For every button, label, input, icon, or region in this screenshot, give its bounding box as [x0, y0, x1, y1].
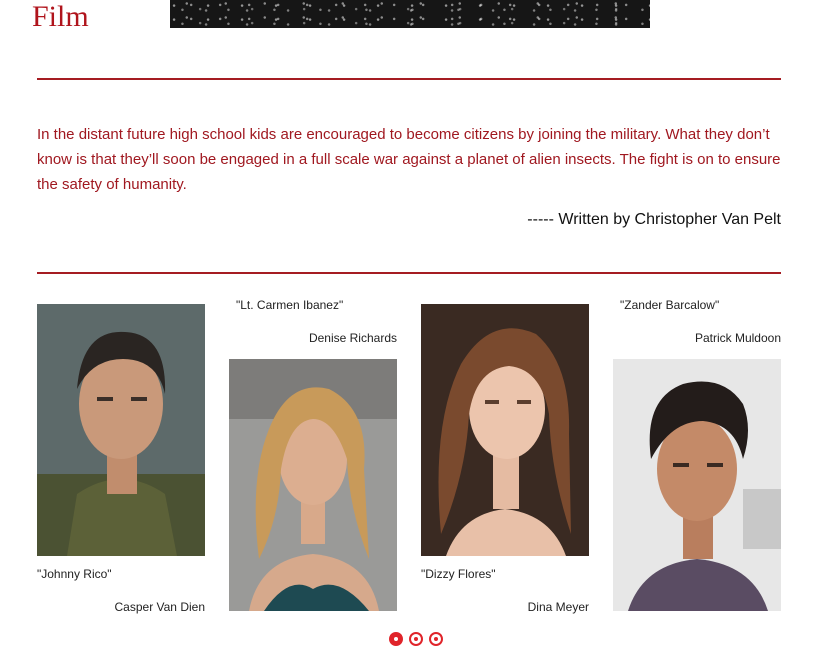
cast-photo: [229, 359, 397, 611]
cast-photo: [37, 304, 205, 556]
cast-card-zander-barcalow[interactable]: "Zander Barcalow" Patrick Muldoon: [613, 297, 781, 611]
cast-actor: Denise Richards: [308, 331, 397, 345]
page: Film In the distant future high school k…: [0, 0, 821, 661]
carousel-pagination: [389, 632, 449, 646]
cast-card-carmen-ibanez[interactable]: "Lt. Carmen Ibanez" Denise Richards: [229, 297, 397, 611]
cast-actor: Dina Meyer: [527, 600, 589, 614]
cast-role: "Dizzy Flores": [421, 567, 496, 581]
divider-top: [37, 78, 781, 80]
cast-actor: Patrick Muldoon: [694, 331, 781, 345]
cast-card-johnny-rico[interactable]: "Johnny Rico" Casper Van Dien: [37, 304, 205, 624]
cast-card-dizzy-flores[interactable]: "Dizzy Flores" Dina Meyer: [421, 304, 589, 624]
cast-role: "Zander Barcalow": [620, 298, 720, 312]
cast-role: "Lt. Carmen Ibanez": [236, 298, 344, 312]
cast-photo: [421, 304, 589, 556]
carousel-dot-3[interactable]: [429, 632, 443, 646]
film-synopsis: In the distant future high school kids a…: [37, 126, 781, 193]
carousel-dot-2[interactable]: [409, 632, 423, 646]
cast-photo: [613, 359, 781, 611]
cast-role: "Johnny Rico": [37, 567, 112, 581]
site-brand[interactable]: Film: [32, 0, 89, 34]
header-banner-image: [170, 0, 650, 28]
synopsis-byline: ----- Written by Christopher Van Pelt: [527, 211, 781, 228]
cast-actor: Casper Van Dien: [114, 600, 206, 614]
carousel-dot-1[interactable]: [389, 632, 403, 646]
divider-bottom: [37, 272, 781, 274]
